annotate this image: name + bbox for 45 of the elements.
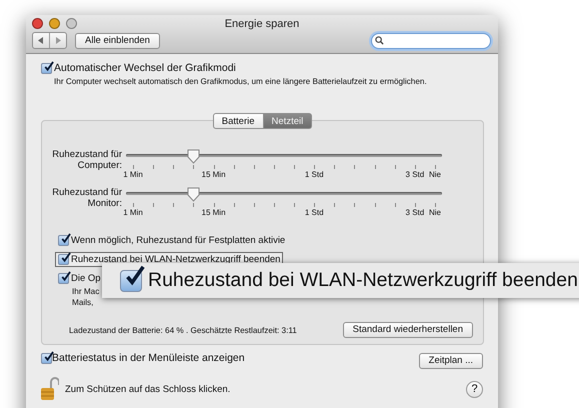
window-title: Energie sparen bbox=[224, 18, 300, 30]
tick-label: 1 Min bbox=[123, 208, 143, 217]
help-button[interactable]: ? bbox=[466, 380, 483, 398]
slider-thumb[interactable] bbox=[187, 149, 200, 164]
tick-label: 15 Min bbox=[202, 170, 226, 179]
checkbox-label: Batteriestatus in der Menüleiste anzeigen bbox=[52, 352, 245, 364]
slider-label: Ruhezustand für Computer: bbox=[51, 149, 123, 171]
lock-hint-text: Zum Schützen auf das Schloss klicken. bbox=[65, 384, 230, 394]
description-text: Mails, bbox=[72, 298, 94, 307]
tick-label: Nie bbox=[429, 208, 441, 217]
slider-track[interactable] bbox=[126, 192, 442, 195]
slider-label: Ruhezustand für Monitor: bbox=[51, 187, 123, 209]
tick-label: 3 Std bbox=[406, 208, 424, 217]
checkbox[interactable] bbox=[58, 235, 69, 246]
close-button[interactable] bbox=[32, 18, 43, 29]
checkbox-label: Wenn möglich, Ruhezustand für Festplatten aktivie bbox=[71, 235, 286, 246]
checkbox-label: Automatischer Wechsel der Grafikmodi bbox=[54, 62, 236, 74]
schedule-button[interactable]: Zeitplan ... bbox=[418, 353, 483, 369]
search-icon bbox=[375, 36, 384, 45]
description-text: Ihr Mac bbox=[72, 287, 100, 296]
tab[interactable]: Netzteil bbox=[264, 113, 312, 129]
tick-label: 1 Min bbox=[123, 170, 143, 179]
checkbox[interactable] bbox=[41, 62, 52, 74]
zoom-button[interactable] bbox=[66, 18, 77, 29]
restore-defaults-button[interactable]: Standard wiederherstellen bbox=[342, 322, 473, 338]
tick-label: 1 Std bbox=[304, 208, 324, 217]
show-all-button[interactable]: Alle einblenden bbox=[75, 32, 160, 48]
checkbox[interactable] bbox=[41, 352, 52, 364]
battery-info-text: Ladezustand der Batterie: 64 % . Geschätzte Restlaufzeit: 3:11 bbox=[69, 326, 297, 334]
checkbox-label: Die Op bbox=[71, 273, 101, 284]
description-text: Ihr Computer wechselt automatisch den Grafikmodus, um eine längere Batterielaufzeit zu ermöglichen. bbox=[54, 77, 428, 86]
search-field[interactable] bbox=[371, 32, 491, 48]
checkbox-label: Ruhezustand bei WLAN-Netzwerkzugriff beenden bbox=[148, 269, 578, 292]
slider-thumb[interactable] bbox=[187, 187, 200, 202]
tick-label: 15 Min bbox=[202, 208, 226, 217]
checkbox[interactable] bbox=[58, 273, 69, 284]
tick-label: 1 Std bbox=[304, 170, 324, 179]
checkbox-label: Ruhezustand bei WLAN-Netzwerkzugriff beenden bbox=[71, 254, 280, 265]
tick-label: Nie bbox=[429, 170, 441, 179]
checkbox[interactable] bbox=[58, 254, 69, 265]
tab[interactable]: Batterie bbox=[212, 113, 264, 129]
slider-track[interactable] bbox=[126, 154, 442, 157]
padlock-icon[interactable] bbox=[41, 377, 59, 401]
minimize-button[interactable] bbox=[49, 18, 60, 29]
tick-label: 3 Std bbox=[406, 170, 424, 179]
